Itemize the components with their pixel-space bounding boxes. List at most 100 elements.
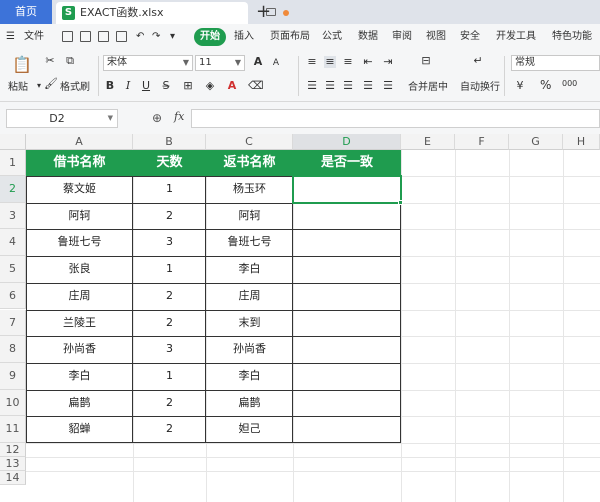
table-cell[interactable]: 杨玉环 [206, 176, 293, 203]
align-right-icon[interactable]: ☰ [342, 80, 354, 92]
table-cell[interactable] [293, 416, 401, 443]
table-cell[interactable]: 阿轲 [26, 203, 133, 230]
menu-hamburger-icon[interactable]: ☰ [6, 24, 15, 50]
table-cell[interactable]: 3 [133, 229, 206, 256]
border-icon[interactable]: ⊞ [182, 80, 194, 92]
merge-center-button[interactable]: 合并居中 [408, 78, 448, 93]
table-cell[interactable]: 2 [133, 416, 206, 443]
copy-icon[interactable]: ⧉ [64, 55, 76, 67]
menu-security[interactable]: 安全 [460, 24, 480, 50]
table-cell[interactable] [293, 363, 401, 390]
merge-center-icon[interactable]: ⊟ [418, 55, 434, 69]
font-size-select[interactable]: 11 ▼ [195, 55, 245, 71]
table-cell[interactable] [293, 310, 401, 337]
table-cell[interactable]: 鲁班七号 [206, 229, 293, 256]
column-header-f[interactable]: F [455, 134, 509, 150]
table-cell[interactable]: 1 [133, 363, 206, 390]
table-cell[interactable]: 庄周 [26, 283, 133, 310]
bold-icon[interactable]: B [104, 80, 116, 92]
zoom-search-icon[interactable]: ⊕ [152, 111, 162, 125]
table-cell[interactable] [293, 229, 401, 256]
align-left-icon[interactable]: ☰ [306, 80, 318, 92]
row-header-7[interactable]: 7 [0, 309, 26, 337]
font-name-select[interactable]: 宋体 ▼ [103, 55, 193, 71]
quick-access-dropdown-icon[interactable]: ▾ [170, 24, 175, 50]
strikethrough-icon[interactable]: S̶ [160, 80, 172, 92]
font-color-icon[interactable]: A [226, 80, 238, 92]
eraser-icon[interactable]: ⌫ [248, 80, 264, 92]
table-cell[interactable]: 1 [133, 176, 206, 203]
table-cell[interactable]: 李白 [26, 363, 133, 390]
undo-icon[interactable]: ↶ [136, 24, 144, 50]
column-header-a[interactable]: A [26, 134, 133, 150]
auto-wrap-button[interactable]: 自动换行 [460, 78, 500, 93]
align-middle-icon[interactable]: ≡ [324, 56, 336, 68]
paste-button[interactable]: 粘贴 [8, 78, 28, 93]
fill-color-icon[interactable]: ◈ [204, 80, 216, 92]
menu-features[interactable]: 特色功能 [552, 24, 592, 50]
table-cell[interactable] [293, 256, 401, 283]
menu-start-tab[interactable]: 开始 [194, 28, 226, 46]
table-cell[interactable]: 阿轲 [206, 203, 293, 230]
new-tab-plus-icon[interactable]: + [256, 1, 271, 23]
table-cell[interactable] [293, 390, 401, 417]
select-all-corner[interactable] [0, 134, 26, 150]
cut-icon[interactable]: ✂ [44, 55, 56, 67]
column-header-b[interactable]: B [133, 134, 206, 150]
table-header-cell[interactable]: 是否一致 [293, 150, 401, 176]
row-header-6[interactable]: 6 [0, 282, 26, 310]
table-cell[interactable]: 貂蝉 [26, 416, 133, 443]
menu-developer[interactable]: 开发工具 [496, 24, 536, 50]
column-header-d[interactable]: D [293, 134, 401, 150]
row-header-14[interactable]: 14 [0, 471, 26, 485]
table-header-cell[interactable]: 借书名称 [26, 150, 133, 176]
table-cell[interactable]: 蔡文姬 [26, 176, 133, 203]
table-cell[interactable]: 2 [133, 283, 206, 310]
menu-insert[interactable]: 插入 [234, 24, 254, 50]
home-tab[interactable]: 首页 [0, 0, 52, 24]
menu-review[interactable]: 审阅 [392, 24, 412, 50]
table-cell[interactable]: 张良 [26, 256, 133, 283]
format-painter-icon[interactable]: 🖌 [44, 78, 58, 90]
number-format-select[interactable]: 常规 [511, 55, 600, 71]
redo-icon[interactable]: ↷ [152, 24, 160, 50]
table-cell[interactable]: 庄周 [206, 283, 293, 310]
row-header-10[interactable]: 10 [0, 389, 26, 417]
table-header-cell[interactable]: 天数 [133, 150, 206, 176]
print-preview-icon[interactable] [116, 31, 127, 42]
row-header-3[interactable]: 3 [0, 202, 26, 230]
indent-decrease-icon[interactable]: ⇤ [362, 56, 374, 68]
table-header-cell[interactable]: 返书名称 [206, 150, 293, 176]
table-cell[interactable]: 2 [133, 310, 206, 337]
underline-icon[interactable]: U [140, 80, 152, 92]
column-header-c[interactable]: C [206, 134, 293, 150]
row-header-4[interactable]: 4 [0, 229, 26, 257]
menu-file[interactable]: 文件 [24, 24, 44, 50]
justify-icon[interactable]: ☰ [362, 80, 374, 92]
export-icon[interactable] [80, 31, 91, 42]
name-box[interactable]: D2 ▼ [6, 109, 118, 128]
table-cell[interactable]: 2 [133, 390, 206, 417]
wrap-text-icon[interactable]: ↵ [470, 55, 486, 69]
increase-font-icon[interactable]: A [252, 56, 264, 68]
table-cell[interactable]: 2 [133, 203, 206, 230]
table-cell[interactable]: 3 [133, 336, 206, 363]
row-header-11[interactable]: 11 [0, 416, 26, 443]
file-tab[interactable]: S EXACT函数.xlsx [56, 2, 289, 24]
align-center-icon[interactable]: ☰ [324, 80, 336, 92]
menu-data[interactable]: 数据 [358, 24, 378, 50]
align-top-icon[interactable]: ≡ [306, 56, 318, 68]
menu-page-layout[interactable]: 页面布局 [270, 24, 310, 50]
table-cell[interactable] [293, 203, 401, 230]
decrease-font-icon[interactable]: A [270, 57, 282, 69]
table-cell[interactable]: 李白 [206, 256, 293, 283]
table-cell[interactable]: 扁鹊 [206, 390, 293, 417]
table-cell[interactable] [293, 283, 401, 310]
column-header-e[interactable]: E [401, 134, 455, 150]
table-cell[interactable]: 末到 [206, 310, 293, 337]
italic-icon[interactable]: I [122, 80, 134, 92]
save-icon[interactable] [62, 31, 73, 42]
row-header-13[interactable]: 13 [0, 457, 26, 471]
row-header-12[interactable]: 12 [0, 443, 26, 457]
table-cell[interactable]: 妲己 [206, 416, 293, 443]
